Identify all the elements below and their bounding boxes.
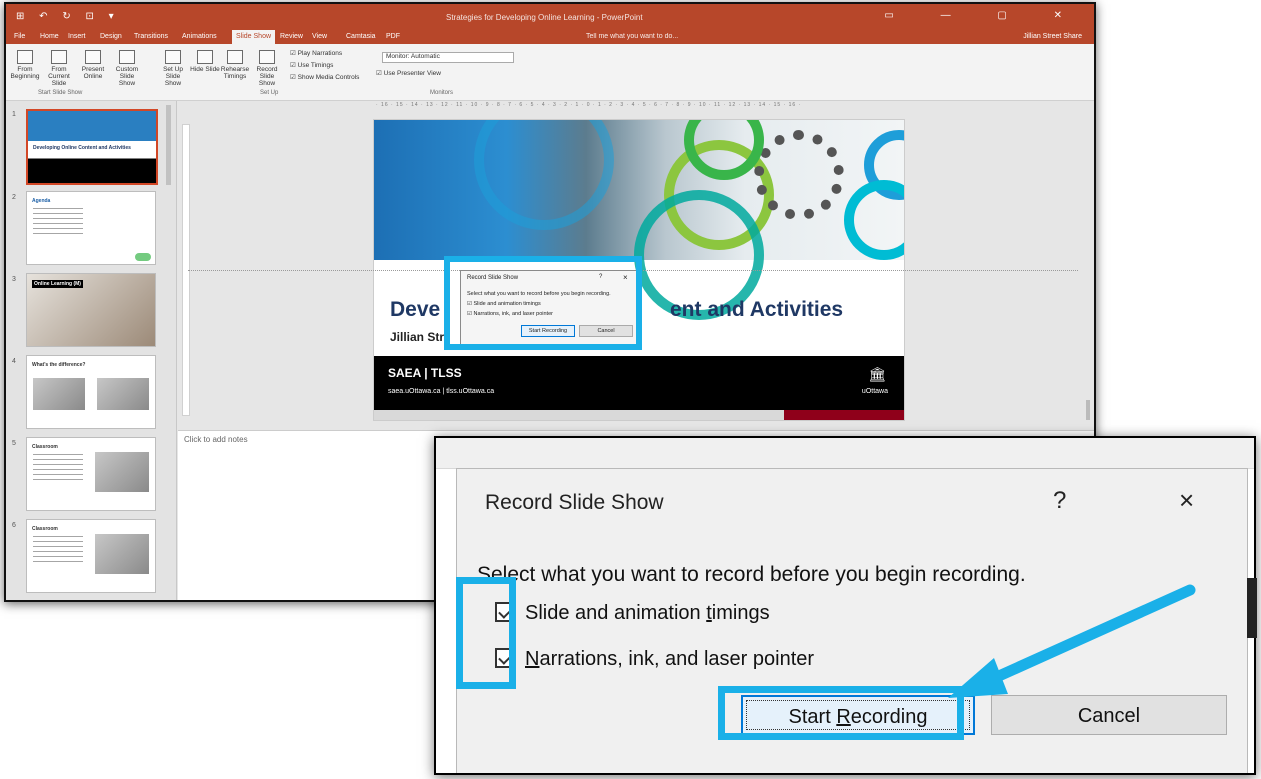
record-button[interactable]: Record Slide Show	[252, 50, 282, 87]
thumb-number: 1	[12, 111, 16, 118]
logo-text: uOttawa	[861, 388, 888, 395]
thumbnail-scrollbar[interactable]	[166, 105, 171, 185]
close-icon[interactable]: ×	[1179, 485, 1194, 516]
ribbon: From Beginning From Current Slide Presen…	[6, 44, 1094, 101]
monitor-select[interactable]: Monitor: Automatic	[382, 52, 514, 63]
title-bar: ⊞ ↶ ↻ ⊡ ▾ Strategies for Developing Onli…	[6, 4, 1094, 30]
gear-icon	[754, 130, 844, 220]
tab-pdf[interactable]: PDF	[386, 33, 400, 40]
tab-camtasia[interactable]: Camtasia	[346, 33, 376, 40]
custom-show-icon	[119, 50, 135, 64]
editor-scrollbar[interactable]	[1084, 100, 1092, 430]
highlight-box-small-dialog	[444, 256, 642, 350]
narrations-label[interactable]: Narrations, ink, and laser pointer	[525, 648, 814, 671]
slide-subtitle: Jillian Str	[390, 330, 445, 344]
tab-view[interactable]: View	[312, 33, 327, 40]
slide-thumb-4[interactable]: What's the difference?	[26, 355, 156, 429]
thumb-number: 3	[12, 276, 16, 283]
group-setup: Set Up	[260, 90, 279, 96]
from-beginning-button[interactable]: From Beginning	[10, 50, 40, 80]
thumb-number: 2	[12, 194, 16, 201]
tab-review[interactable]: Review	[280, 33, 303, 40]
timings-label[interactable]: Slide and animation timings	[525, 602, 770, 625]
custom-show-button[interactable]: Custom Slide Show	[112, 50, 142, 87]
slide-thumb-1[interactable]: Developing Online Content and Activities	[26, 109, 158, 185]
slide-thumb-2[interactable]: Agenda	[26, 191, 156, 265]
tell-me-box[interactable]: Tell me what you want to do...	[586, 33, 678, 40]
horizontal-ruler: · 16 · 15 · 14 · 13 · 12 · 11 · 10 · 9 ·…	[376, 102, 802, 108]
slide-title: Deve ent and Activities	[390, 298, 844, 321]
thumb-number: 5	[12, 440, 16, 447]
tab-transitions[interactable]: Transitions	[134, 33, 168, 40]
slide-thumbnails-pane: 1 Developing Online Content and Activiti…	[6, 101, 177, 600]
tab-slide-show[interactable]: Slide Show	[232, 30, 276, 44]
present-online-icon	[85, 50, 101, 64]
quick-access-toolbar[interactable]: ⊞ ↶ ↻ ⊡ ▾	[16, 11, 120, 22]
show-media-checkbox[interactable]: Show Media Controls	[290, 74, 360, 82]
tab-file[interactable]: File	[14, 33, 25, 40]
user-share[interactable]: Jillian Street Share	[1023, 33, 1082, 40]
tab-animations[interactable]: Animations	[182, 33, 217, 40]
background-edge	[1247, 578, 1257, 638]
document-title: Strategies for Developing Online Learnin…	[446, 13, 643, 22]
use-timings-checkbox[interactable]: Use Timings	[290, 62, 334, 70]
cancel-button[interactable]: Cancel	[991, 695, 1227, 735]
highlight-box-checkboxes	[456, 577, 516, 689]
rehearse-button[interactable]: Rehearse Timings	[220, 50, 250, 80]
hide-slide-icon	[197, 50, 213, 64]
from-current-button[interactable]: From Current Slide	[44, 50, 74, 87]
ribbon-tabs: File Home Insert Design Transitions Anim…	[6, 30, 1094, 44]
footer-urls: saea.uOttawa.ca | tlss.uOttawa.ca	[388, 388, 495, 395]
setup-button[interactable]: Set Up Slide Show	[158, 50, 188, 87]
help-icon[interactable]: ?	[1053, 487, 1066, 515]
gear-icon	[135, 253, 151, 261]
setup-icon	[165, 50, 181, 64]
dialog-title: Record Slide Show	[485, 491, 664, 514]
brand-text: SAEA | TLSS	[388, 366, 462, 380]
record-icon	[259, 50, 275, 64]
uottawa-logo-icon: 🏛	[868, 366, 886, 382]
rehearse-icon	[227, 50, 243, 64]
tab-home[interactable]: Home	[40, 33, 59, 40]
hide-slide-button[interactable]: Hide Slide	[190, 50, 220, 73]
slideshow-icon	[17, 50, 33, 64]
group-monitors: Monitors	[430, 90, 454, 96]
tab-design[interactable]: Design	[100, 33, 122, 40]
slide-thumb-3[interactable]: Online Learning (M)	[26, 273, 156, 347]
presenter-view-checkbox[interactable]: Use Presenter View	[376, 70, 441, 78]
group-start-slideshow: Start Slide Show	[38, 90, 83, 96]
slide-thumb-5[interactable]: Classroom	[26, 437, 156, 511]
highlight-box-start-button	[718, 686, 964, 740]
slide-thumb-6[interactable]: Classroom	[26, 519, 156, 593]
present-online-button[interactable]: Present Online	[78, 50, 108, 80]
slide-footer: SAEA | TLSS saea.uOttawa.ca | tlss.uOtta…	[374, 356, 904, 410]
thumb-number: 6	[12, 522, 16, 529]
slideshow-icon	[51, 50, 67, 64]
play-narrations-checkbox[interactable]: Play Narrations	[290, 50, 342, 58]
dialog-instruction: Select what you want to record before yo…	[477, 563, 1026, 586]
window-controls[interactable]: ▭ — ▢ ✕	[884, 10, 1084, 21]
tab-insert[interactable]: Insert	[68, 33, 86, 40]
thumb-number: 4	[12, 358, 16, 365]
